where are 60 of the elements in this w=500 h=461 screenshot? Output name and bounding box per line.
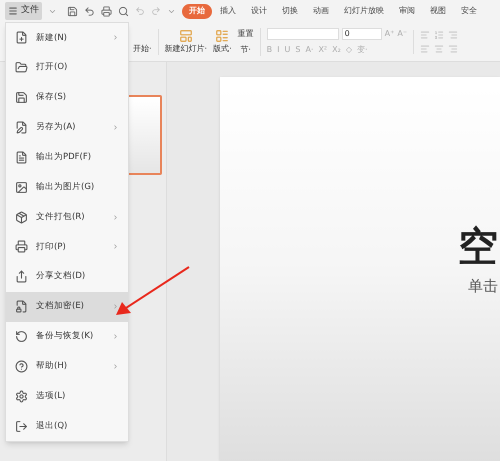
exit-icon	[15, 420, 28, 433]
slide-subtitle: 单击	[468, 276, 498, 297]
bullet-list-icon[interactable]	[420, 30, 430, 40]
menu-item[interactable]: 文档加密(E)	[6, 292, 128, 322]
numbered-list-icon[interactable]	[434, 30, 444, 40]
section-button[interactable]: 节·	[238, 44, 254, 56]
menu-item[interactable]: 打开(O)	[6, 52, 128, 83]
layout-icon	[215, 28, 230, 42]
file-pen-icon	[15, 121, 28, 134]
ribbon-tab[interactable]: 安全	[454, 4, 484, 18]
menu-item[interactable]: 帮助(H)	[6, 351, 128, 382]
layout-button[interactable]: 版式·	[213, 28, 232, 54]
undo-icon[interactable]	[84, 6, 95, 16]
font-size-field[interactable]: 0	[342, 28, 382, 40]
save-icon	[15, 91, 28, 104]
share-icon	[15, 270, 28, 284]
settings-icon	[15, 390, 28, 403]
menu-icon	[8, 6, 18, 16]
ribbon-tab[interactable]: 视图	[423, 4, 453, 18]
printer-icon	[15, 240, 28, 254]
menu-item[interactable]: 输出为图片(G)	[6, 172, 128, 202]
folder-icon	[15, 61, 28, 74]
document-icon	[15, 150, 28, 164]
reset-button[interactable]: 重置	[238, 28, 254, 40]
ribbon-tab[interactable]: 设计	[244, 4, 274, 18]
redo-icon[interactable]	[151, 6, 161, 16]
image-icon	[15, 180, 28, 194]
file-lock-icon	[15, 300, 28, 314]
slide-title: 空	[458, 227, 498, 267]
ribbon-tab[interactable]: 切换	[275, 4, 305, 18]
new-slide-icon	[178, 28, 193, 42]
align-right-icon[interactable]	[448, 44, 458, 54]
ribbon-tab[interactable]: 动画	[306, 4, 336, 18]
restore-icon	[15, 330, 28, 344]
menu-item[interactable]: 文件打包(R)	[6, 202, 128, 232]
new-file-icon	[15, 31, 28, 44]
ribbon-tab[interactable]: 幻灯片放映	[337, 4, 391, 18]
font-name-field[interactable]	[266, 28, 339, 40]
start-button[interactable]: 开始·	[133, 42, 152, 54]
indent-icon[interactable]	[448, 30, 458, 40]
menu-item[interactable]: 输出为PDF(F)	[6, 142, 128, 172]
align-left-icon[interactable]	[420, 44, 430, 54]
menu-item[interactable]: 另存为(A)	[6, 112, 128, 142]
align-center-icon[interactable]	[434, 44, 444, 54]
menu-item[interactable]: 选项(L)	[6, 381, 128, 412]
menu-item[interactable]: 打印(P)	[6, 232, 128, 262]
help-icon	[15, 360, 28, 373]
ribbon-tab[interactable]: 插入	[213, 4, 243, 18]
menu-item[interactable]: 新建(N)	[6, 23, 128, 53]
menu-item[interactable]: 备份与恢复(K)	[6, 322, 128, 352]
package-icon	[15, 210, 28, 224]
ribbon-tab[interactable]: 审阅	[392, 4, 422, 18]
menu-item[interactable]: 保存(S)	[6, 82, 128, 113]
save-icon[interactable]	[67, 6, 78, 16]
printer-icon[interactable]	[101, 6, 112, 16]
file-menu-button[interactable]: 文件	[5, 2, 42, 20]
menu-item[interactable]: 分享文档(D)	[6, 262, 128, 292]
preview-icon[interactable]	[118, 6, 129, 16]
new-slide-button[interactable]: 新建幻灯片·	[158, 28, 208, 54]
menu-item[interactable]: 退出(Q)	[6, 411, 128, 442]
